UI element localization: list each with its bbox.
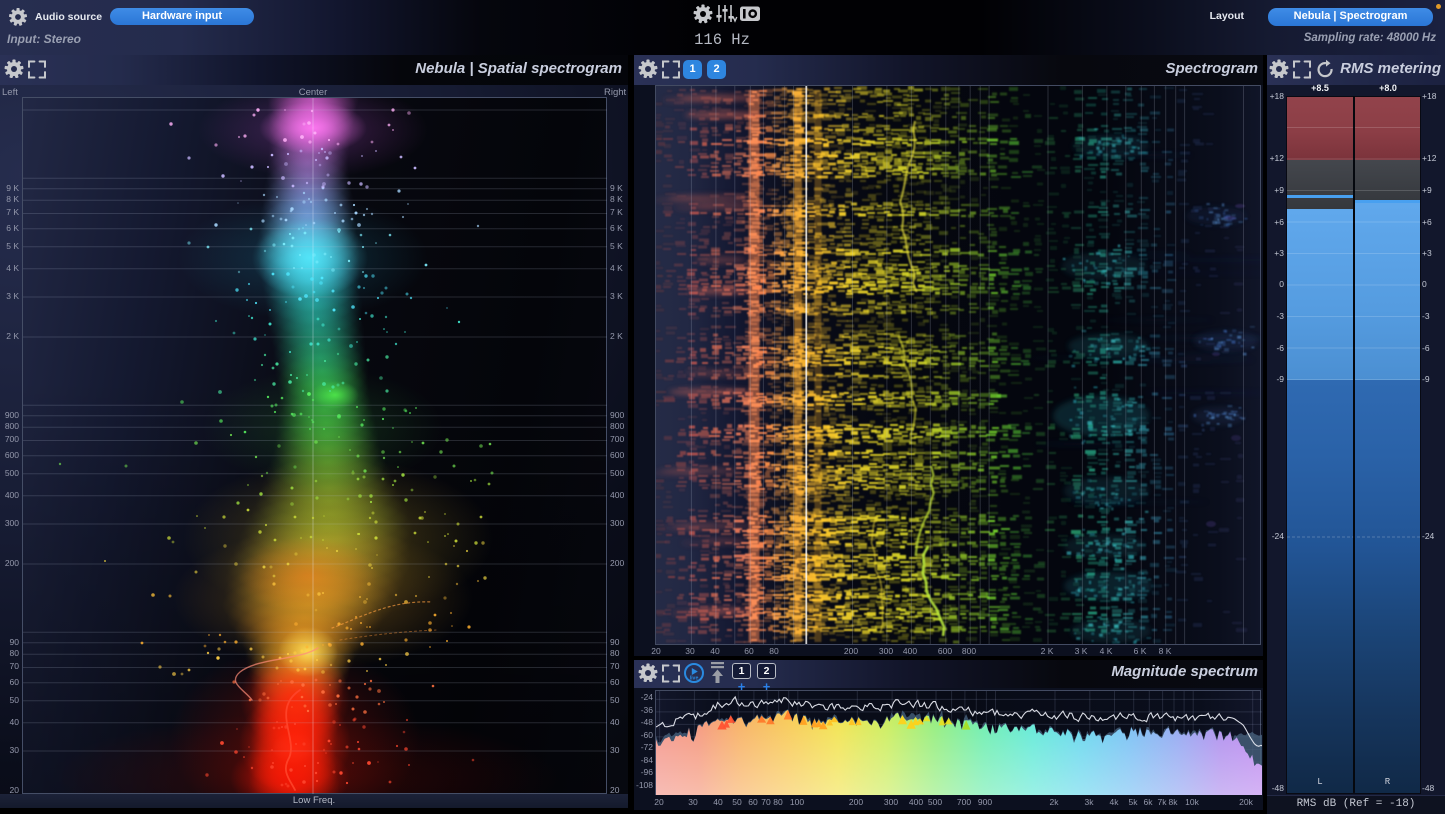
svg-text:live: live — [690, 675, 699, 681]
